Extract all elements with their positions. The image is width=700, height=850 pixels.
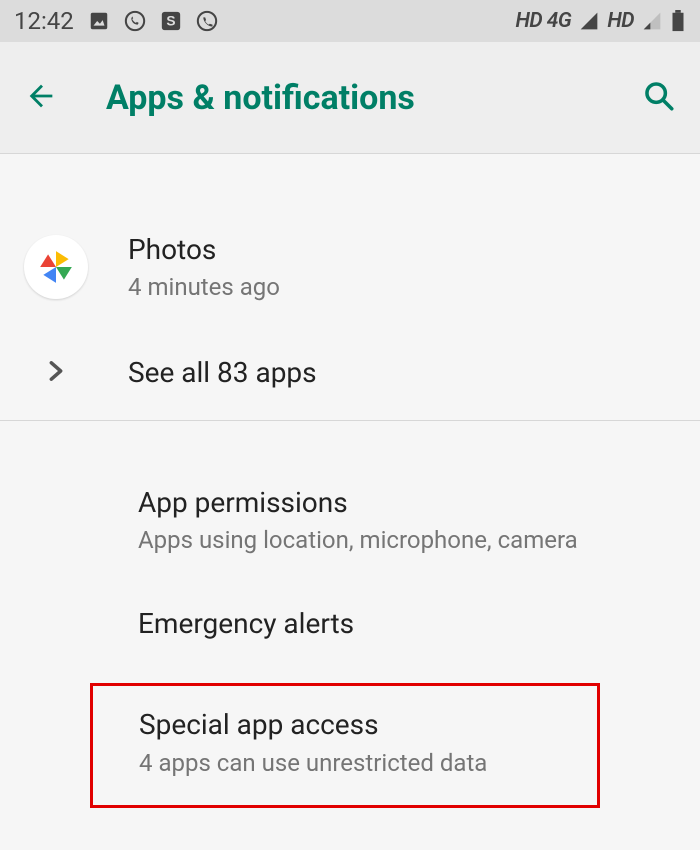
app-bar: Apps & notifications bbox=[0, 42, 700, 154]
page-title: Apps & notifications bbox=[106, 78, 594, 118]
special-app-access-row[interactable]: Special app access 4 apps can use unrest… bbox=[90, 683, 600, 808]
phone-icon bbox=[196, 10, 218, 32]
app-row-title: Photos bbox=[128, 232, 676, 267]
special-app-access-title: Special app access bbox=[139, 708, 577, 741]
app-permissions-sub: Apps using location, microphone, camera bbox=[138, 526, 676, 554]
app-row-photos[interactable]: Photos 4 minutes ago bbox=[0, 208, 700, 325]
status-time: 12:42 bbox=[14, 7, 74, 35]
battery-icon bbox=[670, 10, 686, 32]
chevron-right-icon bbox=[42, 357, 70, 389]
signal-1-icon bbox=[579, 11, 599, 31]
emergency-alerts-row[interactable]: Emergency alerts bbox=[0, 578, 700, 669]
app-permissions-title: App permissions bbox=[138, 485, 676, 520]
photos-app-icon bbox=[24, 235, 88, 299]
see-all-apps-label: See all 83 apps bbox=[128, 355, 676, 390]
app-row-subtitle: 4 minutes ago bbox=[128, 273, 676, 301]
search-button[interactable] bbox=[642, 79, 676, 117]
emergency-alerts-title: Emergency alerts bbox=[138, 606, 676, 641]
special-app-access-sub: 4 apps can use unrestricted data bbox=[139, 749, 577, 777]
signal-1-label: HD 4G bbox=[515, 9, 571, 33]
whatsapp-icon bbox=[124, 10, 146, 32]
s-icon: S bbox=[160, 10, 182, 32]
see-all-apps[interactable]: See all 83 apps bbox=[0, 325, 700, 420]
app-permissions-row[interactable]: App permissions Apps using location, mic… bbox=[0, 461, 700, 578]
back-button[interactable] bbox=[24, 79, 58, 117]
signal-2-label: HD bbox=[607, 9, 634, 33]
svg-text:S: S bbox=[166, 14, 175, 29]
image-icon bbox=[88, 10, 110, 32]
status-bar: 12:42 S HD 4G HD bbox=[0, 0, 700, 42]
signal-2-icon bbox=[642, 11, 662, 31]
